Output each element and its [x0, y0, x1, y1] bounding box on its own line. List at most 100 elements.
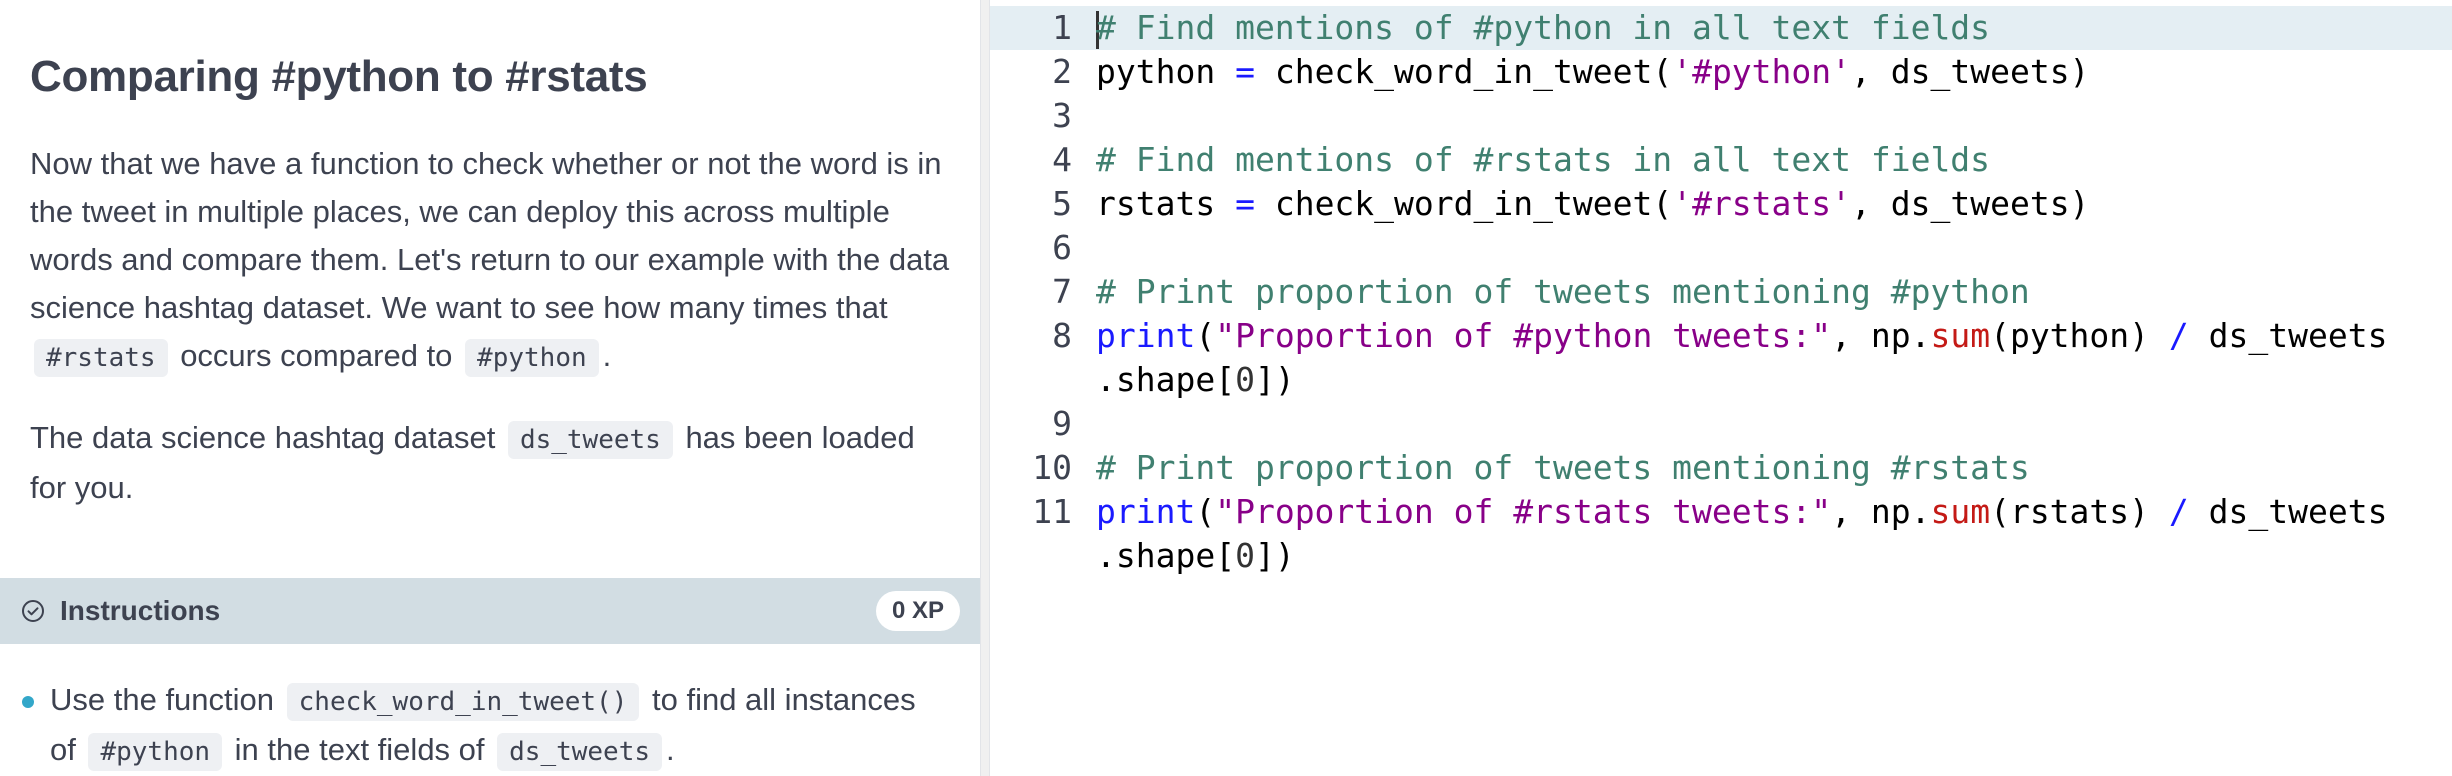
code-comment: # Print proportion of tweets mentioning … — [1096, 272, 2030, 311]
code-line[interactable]: 7 # Print proportion of tweets mentionin… — [990, 270, 2452, 314]
code-part: (python) — [1990, 316, 2169, 355]
bullet-icon — [22, 696, 34, 708]
line-code[interactable]: rstats = check_word_in_tweet('#rstats', … — [1096, 182, 2089, 226]
para1-text-1: Now that we have a function to check whe… — [30, 146, 950, 325]
code-string: '#python' — [1672, 52, 1852, 91]
line-number: 6 — [1052, 228, 1072, 267]
line-code[interactable]: .shape[0]) — [1096, 534, 1295, 578]
code-string: "Proportion of #python tweets:" — [1215, 316, 1832, 355]
code-part: .shape[ — [1096, 536, 1236, 575]
code-operator: = — [1215, 184, 1275, 223]
code-comment: # Print proportion of tweets mentioning … — [1096, 448, 2030, 487]
check-circle-icon — [20, 598, 46, 624]
code-line[interactable]: 5 rstats = check_word_in_tweet('#rstats'… — [990, 182, 2452, 226]
instr-text-1: Use the function — [50, 682, 283, 717]
code-part: .shape[ — [1096, 360, 1236, 399]
instr-text-3: in the text fields of — [226, 732, 494, 767]
code-rest: , ds_tweets) — [1851, 52, 2090, 91]
line-number: 7 — [1052, 272, 1072, 311]
code-rstats: #rstats — [34, 339, 168, 377]
code-part: ds_tweets — [2188, 316, 2388, 355]
line-number: 11 — [1032, 492, 1072, 531]
code-variable: rstats — [1096, 184, 1216, 223]
code-line[interactable]: 3 — [990, 94, 2452, 138]
panel-divider[interactable] — [980, 0, 990, 776]
code-python: #python — [465, 339, 599, 377]
code-string: "Proportion of #rstats tweets:" — [1215, 492, 1832, 531]
code-rest: , ds_tweets) — [1851, 184, 2090, 223]
line-code[interactable]: # Find mentions of #python in all text f… — [1096, 6, 1990, 50]
para1-text-3: . — [602, 338, 612, 373]
code-line[interactable]: 8 print("Proportion of #python tweets:",… — [990, 314, 2452, 358]
line-number: 9 — [1052, 404, 1072, 443]
code-line-wrap[interactable]: .shape[0]) — [990, 358, 2452, 402]
code-part: , np. — [1831, 316, 1931, 355]
line-number: 1 — [1052, 8, 1072, 47]
code-python-instr: #python — [88, 733, 223, 771]
code-operator: / — [2168, 492, 2189, 531]
line-number: 5 — [1052, 184, 1072, 223]
instr-text-4: . — [666, 732, 675, 767]
code-function: check_word_in_tweet — [1274, 52, 1653, 91]
lesson-panel: Comparing #python to #rstats Now that we… — [0, 0, 980, 776]
code-part: ds_tweets — [2188, 492, 2388, 531]
xp-badge: 0 XP — [875, 591, 960, 631]
code-line[interactable]: 4 # Find mentions of #rstats in all text… — [990, 138, 2452, 182]
code-number: 0 — [1235, 536, 1255, 575]
app-window: Comparing #python to #rstats Now that we… — [0, 0, 2452, 776]
code-part: ]) — [1254, 536, 1295, 575]
line-code[interactable]: # Print proportion of tweets mentioning … — [1096, 446, 2030, 490]
code-paren: ( — [1195, 492, 1216, 531]
code-editor[interactable]: 1 # Find mentions of #python in all text… — [990, 6, 2452, 578]
code-line[interactable]: 9 — [990, 402, 2452, 446]
lesson-title: Comparing #python to #rstats — [30, 52, 648, 101]
code-operator: = — [1215, 52, 1275, 91]
code-line[interactable]: 6 — [990, 226, 2452, 270]
lesson-paragraph-1: Now that we have a function to check whe… — [30, 140, 950, 382]
line-code[interactable]: print("Proportion of #rstats tweets:", n… — [1096, 490, 2387, 534]
instructions-header[interactable]: Instructions 0 XP — [0, 578, 980, 644]
para2-text-1: The data science hashtag dataset — [30, 420, 504, 455]
lesson-content: Comparing #python to #rstats Now that we… — [0, 52, 980, 512]
code-part: , np. — [1831, 492, 1931, 531]
code-line[interactable]: 10 # Print proportion of tweets mentioni… — [990, 446, 2452, 490]
line-code[interactable]: # Find mentions of #rstats in all text f… — [1096, 138, 1990, 182]
line-number: 2 — [1052, 52, 1072, 91]
code-part: ]) — [1254, 360, 1295, 399]
code-function: sum — [1930, 492, 1991, 531]
line-number: 10 — [1032, 448, 1072, 487]
instruction-text: Use the function check_word_in_tweet() t… — [50, 676, 950, 776]
code-paren: ( — [1195, 316, 1216, 355]
para1-text-2: occurs compared to — [171, 338, 462, 373]
code-comment: # Find mentions of #python in all text f… — [1096, 8, 1991, 47]
code-keyword: print — [1096, 316, 1196, 355]
lesson-paragraph-2: The data science hashtag dataset ds_twee… — [30, 414, 950, 512]
code-paren: ( — [1652, 52, 1673, 91]
code-function: check_word_in_tweet — [1274, 184, 1653, 223]
code-operator: / — [2168, 316, 2189, 355]
instructions-label: Instructions — [60, 595, 221, 626]
code-variable: python — [1096, 52, 1216, 91]
code-line[interactable]: 11 print("Proportion of #rstats tweets:"… — [990, 490, 2452, 534]
code-ds-tweets: ds_tweets — [507, 421, 673, 459]
line-number: 3 — [1052, 96, 1072, 135]
code-line[interactable]: 2 python = check_word_in_tweet('#python'… — [990, 50, 2452, 94]
line-code[interactable]: # Print proportion of tweets mentioning … — [1096, 270, 2030, 314]
code-check-word-in-tweet: check_word_in_tweet() — [286, 683, 640, 721]
line-code[interactable]: .shape[0]) — [1096, 358, 1295, 402]
code-line-wrap[interactable]: .shape[0]) — [990, 534, 2452, 578]
code-editor-panel[interactable]: 1 # Find mentions of #python in all text… — [990, 0, 2452, 776]
line-number: 4 — [1052, 140, 1072, 179]
code-keyword: print — [1096, 492, 1196, 531]
instructions-list: Use the function check_word_in_tweet() t… — [0, 676, 980, 776]
line-number: 8 — [1052, 316, 1072, 355]
line-code[interactable]: python = check_word_in_tweet('#python', … — [1096, 50, 2089, 94]
instruction-item: Use the function check_word_in_tweet() t… — [0, 676, 980, 776]
code-string: '#rstats' — [1672, 184, 1852, 223]
code-ds-tweets-instr: ds_tweets — [497, 733, 663, 771]
line-code[interactable]: print("Proportion of #python tweets:", n… — [1096, 314, 2387, 358]
code-part: (rstats) — [1990, 492, 2169, 531]
code-line[interactable]: 1 # Find mentions of #python in all text… — [990, 6, 2452, 50]
code-function: sum — [1930, 316, 1991, 355]
code-comment: # Find mentions of #rstats in all text f… — [1096, 140, 1991, 179]
